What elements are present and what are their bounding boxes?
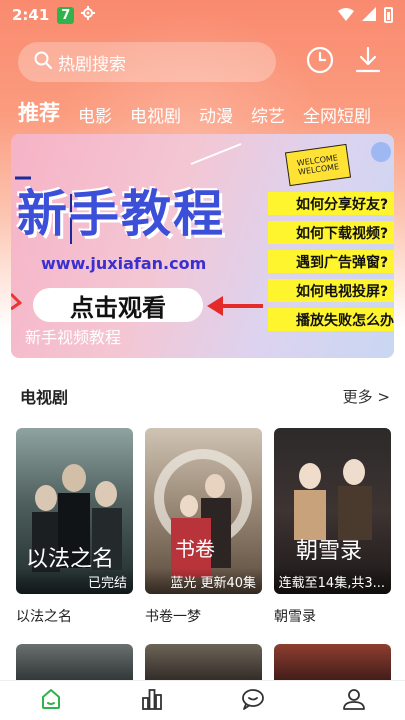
episode-status: 蓝光 更新40集 [145, 568, 262, 594]
poster-image[interactable] [16, 644, 133, 684]
poster-image[interactable] [145, 644, 262, 684]
user-icon [342, 687, 366, 715]
tab-anime[interactable]: 动漫 [199, 102, 233, 127]
tutorial-banner[interactable]: WELCOME WELCOME 新手教程 www.juxiafan.com 点击… [11, 134, 394, 358]
clock-icon [306, 46, 334, 78]
section-title: 电视剧 [20, 388, 69, 407]
gear-icon [80, 5, 96, 25]
arrow-left-icon [207, 296, 263, 320]
chart-icon [141, 688, 163, 714]
download-icon [355, 46, 381, 78]
media-card[interactable]: 以法之名 已完结 以法之名 [16, 428, 133, 626]
poster-image[interactable]: 以法之名 已完结 [16, 428, 133, 594]
nav-home[interactable] [31, 681, 71, 720]
faq-item: 如何下载视频? [268, 221, 394, 244]
faq-item: 如何分享好友? [268, 192, 394, 215]
media-card[interactable]: 书卷 蓝光 更新40集 书卷一梦 [145, 428, 262, 626]
search-placeholder: 热剧搜索 [58, 54, 126, 75]
episode-status: 连载至14集,共3... [274, 568, 391, 594]
card-title: 朝雪录 [274, 609, 316, 625]
status-time: 2:41 [12, 6, 50, 24]
card-title: 以法之名 [16, 609, 72, 625]
poster-title-art: 朝雪录 [296, 539, 362, 564]
tab-recommend[interactable]: 推荐 [18, 97, 60, 127]
banner-url: www.juxiafan.com [41, 254, 207, 273]
episode-status: 已完结 [16, 568, 133, 594]
faq-item: 播放失败怎么办 [268, 308, 394, 331]
tab-variety[interactable]: 综艺 [251, 102, 285, 127]
search-input[interactable]: 热剧搜索 [18, 42, 276, 82]
search-icon [34, 51, 52, 73]
nav-profile[interactable] [334, 681, 374, 720]
search-row: 热剧搜索 [18, 42, 388, 82]
tab-movies[interactable]: 电影 [78, 102, 112, 127]
wifi-icon [338, 6, 354, 25]
signal-icon [362, 6, 376, 25]
more-link[interactable]: 更多 > [343, 386, 390, 407]
tv-card-list-row-2 [16, 644, 391, 684]
home-icon [39, 687, 63, 715]
chat-icon [241, 688, 265, 714]
poster-title-art: 书卷 [175, 537, 215, 561]
tv-section-header: 电视剧 更多 > [20, 384, 390, 408]
faq-item: 遇到广告弹窗? [268, 250, 394, 273]
nav-message[interactable] [233, 681, 273, 720]
download-button[interactable] [352, 46, 384, 78]
app-badge-icon: 7 [57, 6, 75, 24]
tab-tv-series[interactable]: 电视剧 [130, 102, 181, 127]
tab-short-drama[interactable]: 全网短剧 [303, 102, 371, 127]
category-tabs: 推荐 电影 电视剧 动漫 综艺 全网短剧 [18, 93, 405, 127]
history-button[interactable] [304, 46, 336, 78]
tv-card-list: 以法之名 已完结 以法之名 书卷 蓝光 更新40集 书卷一梦 朝雪录 连载至14… [16, 428, 391, 626]
faq-item: 如何电视投屏? [268, 279, 394, 302]
nav-rank[interactable] [132, 681, 172, 720]
poster-image[interactable] [274, 644, 391, 684]
card-title: 书卷一梦 [145, 609, 201, 625]
banner-caption: 新手视频教程 [25, 328, 122, 347]
banner-title: 新手教程 [17, 185, 225, 243]
status-bar: 2:41 7 [0, 0, 405, 30]
faq-list: 如何分享好友? 如何下载视频? 遇到广告弹窗? 如何电视投屏? 播放失败怎么办 [268, 192, 394, 337]
watch-now-button[interactable]: 点击观看 [33, 288, 203, 322]
media-card[interactable]: 朝雪录 连载至14集,共3... 朝雪录 [274, 428, 391, 626]
poster-image[interactable]: 朝雪录 连载至14集,共3... [274, 428, 391, 594]
battery-icon [384, 7, 393, 23]
bottom-nav [0, 680, 405, 720]
poster-image[interactable]: 书卷 蓝光 更新40集 [145, 428, 262, 594]
